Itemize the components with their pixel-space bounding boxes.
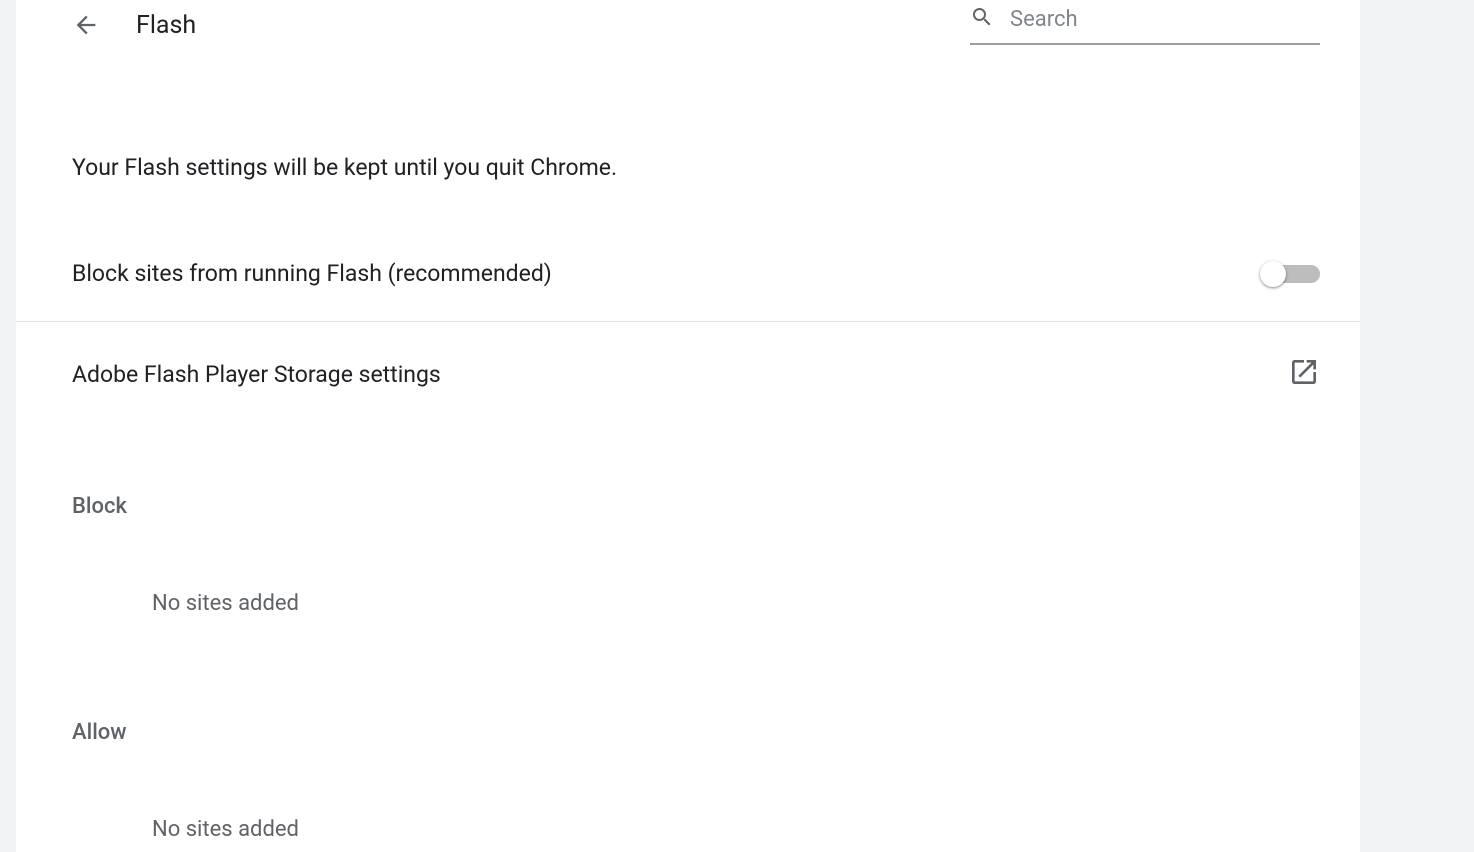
search-icon (970, 5, 994, 33)
settings-panel: Flash Your Flash settings will be kept u… (16, 0, 1360, 852)
arrow-left-icon (72, 11, 100, 39)
allow-section-header: Allow (72, 720, 1320, 745)
block-flash-label: Block sites from running Flash (recommen… (72, 260, 552, 287)
adobe-storage-link-row[interactable]: Adobe Flash Player Storage settings (72, 322, 1320, 426)
allow-empty-text: No sites added (152, 817, 1320, 842)
block-empty-text: No sites added (152, 591, 1320, 616)
page-title: Flash (136, 11, 196, 40)
header-left: Flash (72, 11, 196, 40)
block-flash-setting-row: Block sites from running Flash (recommen… (72, 260, 1320, 321)
content: Your Flash settings will be kept until y… (16, 152, 1360, 842)
external-link-icon (1288, 356, 1320, 392)
toggle-thumb (1260, 261, 1286, 287)
adobe-storage-label: Adobe Flash Player Storage settings (72, 361, 441, 388)
block-flash-toggle[interactable] (1264, 265, 1320, 283)
block-section-header: Block (72, 494, 1320, 519)
back-button[interactable] (72, 11, 100, 39)
search-container[interactable] (970, 5, 1320, 45)
info-message: Your Flash settings will be kept until y… (72, 152, 1320, 184)
header: Flash (16, 0, 1360, 50)
search-input[interactable] (1010, 7, 1320, 32)
